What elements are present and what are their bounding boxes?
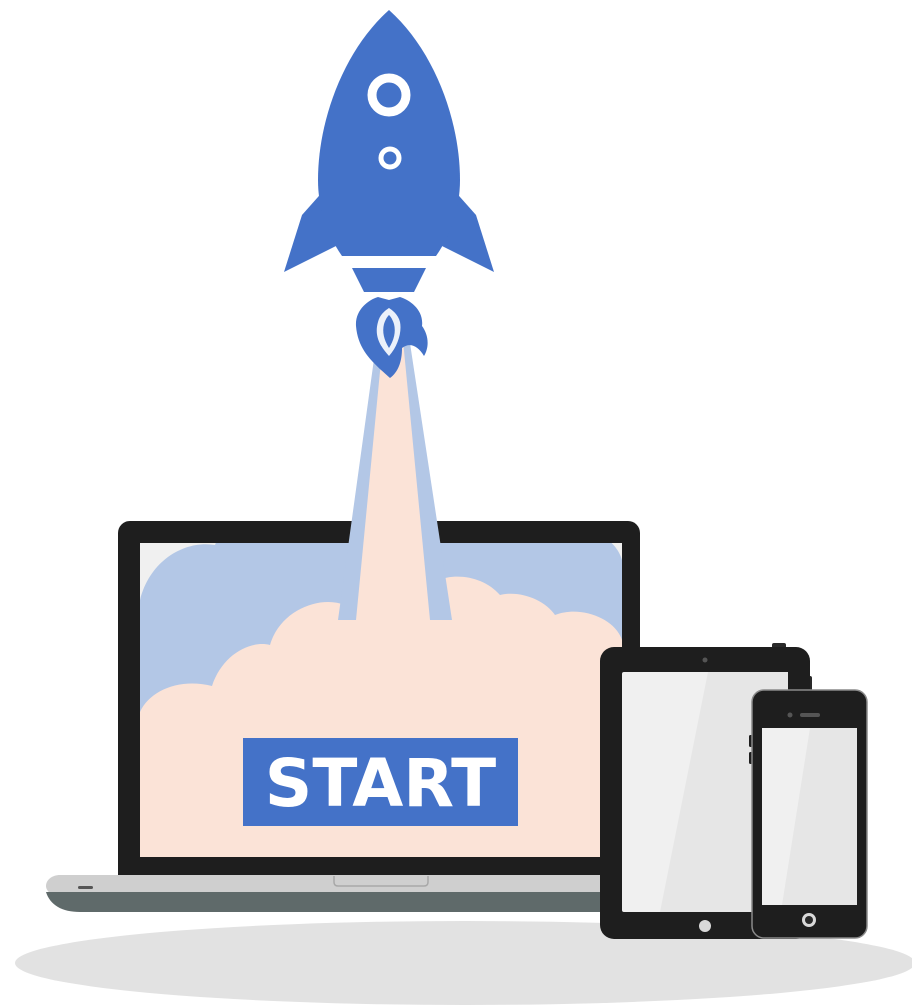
start-button-label[interactable]: START [265,745,496,822]
rocket-icon [284,10,494,378]
phone-speaker [800,713,820,717]
tablet-home-button [699,920,711,932]
launch-illustration: START [15,10,912,1005]
phone-home-button-inner [805,916,813,924]
start-button[interactable]: START [243,738,518,826]
laptop-indicator [78,886,93,889]
rocket-nozzle [352,268,426,292]
rocket-exhaust [338,330,452,620]
tablet-camera [702,657,708,663]
laptop-base-shadow [46,892,668,912]
smartphone-icon [749,689,868,939]
phone-camera [787,712,793,718]
rocket-body [318,10,460,256]
